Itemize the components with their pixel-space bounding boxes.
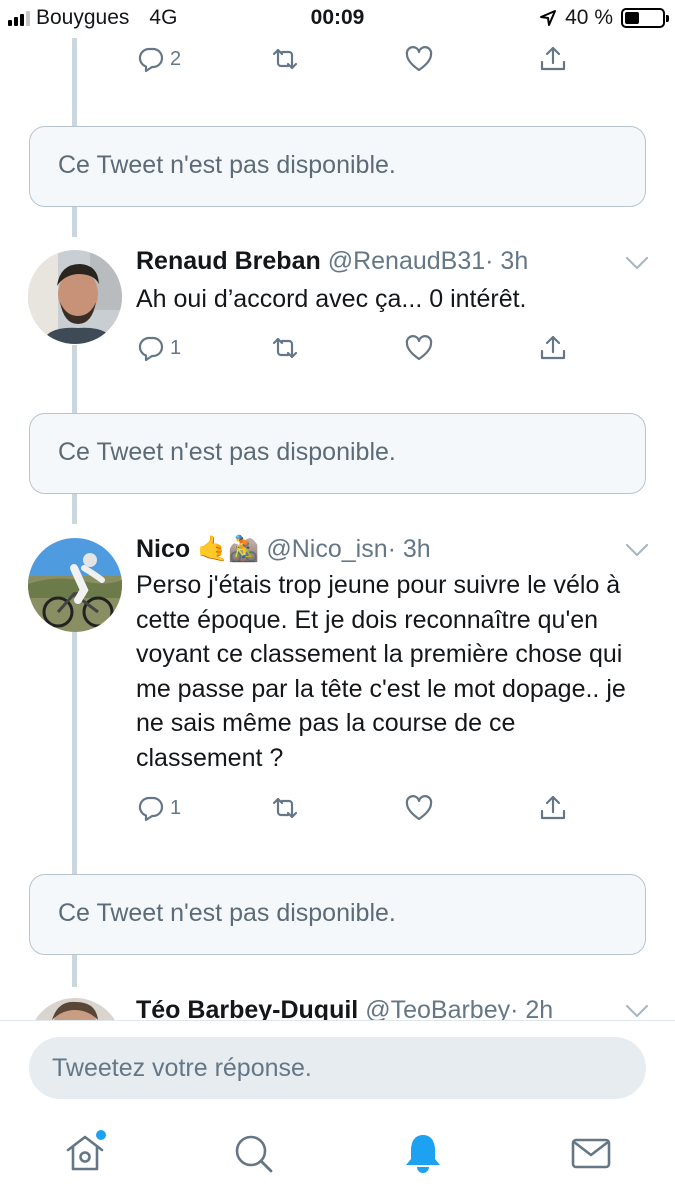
- thread-line: [72, 632, 77, 874]
- status-right: 40 %: [539, 6, 669, 30]
- unavailable-text: Ce Tweet n'est pas disponible.: [58, 899, 396, 927]
- bell-icon: [406, 1135, 440, 1173]
- location-arrow-icon: [540, 10, 557, 26]
- tweet-header: Renaud Breban @RenaudB31· 3h: [136, 247, 528, 276]
- share-button[interactable]: [538, 44, 568, 74]
- tweet-text: Perso j'étais trop jeune pour suivre le …: [136, 571, 626, 772]
- tab-messages[interactable]: [568, 1130, 614, 1176]
- reply-button[interactable]: 1: [136, 793, 181, 823]
- unavailable-tweet: Ce Tweet n'est pas disponible.: [29, 874, 646, 955]
- name-emojis: 🤙🚵: [197, 535, 260, 563]
- search-icon: [235, 1135, 273, 1173]
- unavailable-text: Ce Tweet n'est pas disponible.: [58, 438, 396, 466]
- reply-icon: [138, 47, 164, 73]
- tweet-time: · 3h: [387, 535, 431, 563]
- reply-count: 1: [170, 796, 182, 819]
- unavailable-text: Ce Tweet n'est pas disponible.: [58, 151, 396, 179]
- tweet-header: Nico 🤙🚵 @Nico_isn· 3h: [136, 535, 431, 564]
- thread-line: [72, 345, 77, 413]
- like-button[interactable]: [404, 333, 434, 363]
- tab-notifications[interactable]: [400, 1130, 446, 1176]
- tab-search[interactable]: [230, 1130, 276, 1176]
- like-button[interactable]: [404, 793, 434, 823]
- share-button[interactable]: [538, 333, 568, 363]
- unavailable-tweet: Ce Tweet n'est pas disponible.: [29, 413, 646, 494]
- retweet-button[interactable]: [270, 793, 300, 823]
- share-icon: [540, 795, 566, 820]
- user-handle[interactable]: @RenaudB31: [328, 247, 485, 275]
- battery-icon: [621, 8, 669, 28]
- heart-icon: [405, 795, 433, 821]
- tweet-actions: 1: [136, 793, 576, 833]
- reply-count: 1: [170, 336, 182, 359]
- avatar[interactable]: [28, 250, 122, 344]
- chevron-down-icon[interactable]: [625, 543, 649, 557]
- chevron-down-icon[interactable]: [625, 256, 649, 270]
- tweet-actions: 1: [136, 333, 576, 373]
- reply-bar: [0, 1020, 675, 1110]
- chevron-down-icon[interactable]: [625, 1004, 649, 1018]
- user-handle[interactable]: @Nico_isn: [266, 535, 387, 563]
- status-bar: Bouygues 4G 00:09 40 %: [0, 0, 675, 38]
- tab-home[interactable]: [62, 1130, 108, 1176]
- share-button[interactable]: [538, 793, 568, 823]
- tab-bar: [0, 1110, 675, 1200]
- tweet-text: Ah oui d’accord avec ça... 0 intérêt.: [136, 285, 527, 313]
- thread-line: [72, 494, 77, 524]
- share-icon: [540, 46, 566, 71]
- unavailable-tweet: Ce Tweet n'est pas disponible.: [29, 126, 646, 207]
- reply-icon: [138, 796, 164, 822]
- retweet-button[interactable]: [270, 44, 300, 74]
- heart-icon: [405, 46, 433, 72]
- reply-button[interactable]: 1: [136, 333, 181, 363]
- reply-button[interactable]: 2: [136, 44, 181, 74]
- avatar[interactable]: [28, 538, 122, 632]
- tweet-time: · 3h: [485, 247, 529, 275]
- tweet-actions: 2: [136, 44, 576, 84]
- thread-line: [72, 38, 77, 126]
- notification-dot: [96, 1130, 106, 1140]
- display-name[interactable]: Renaud Breban: [136, 247, 321, 275]
- like-button[interactable]: [404, 44, 434, 74]
- thread-line: [72, 955, 77, 987]
- reply-count: 2: [170, 47, 182, 70]
- reply-icon: [138, 336, 164, 362]
- battery-percent: 40 %: [565, 6, 613, 29]
- retweet-icon: [272, 797, 298, 819]
- share-icon: [540, 335, 566, 360]
- display-name[interactable]: Nico: [136, 535, 190, 563]
- retweet-icon: [272, 48, 298, 70]
- heart-icon: [405, 335, 433, 361]
- reply-input[interactable]: [29, 1037, 646, 1099]
- thread-line: [72, 207, 77, 237]
- retweet-button[interactable]: [270, 333, 300, 363]
- mail-icon: [571, 1138, 611, 1169]
- retweet-icon: [272, 337, 298, 359]
